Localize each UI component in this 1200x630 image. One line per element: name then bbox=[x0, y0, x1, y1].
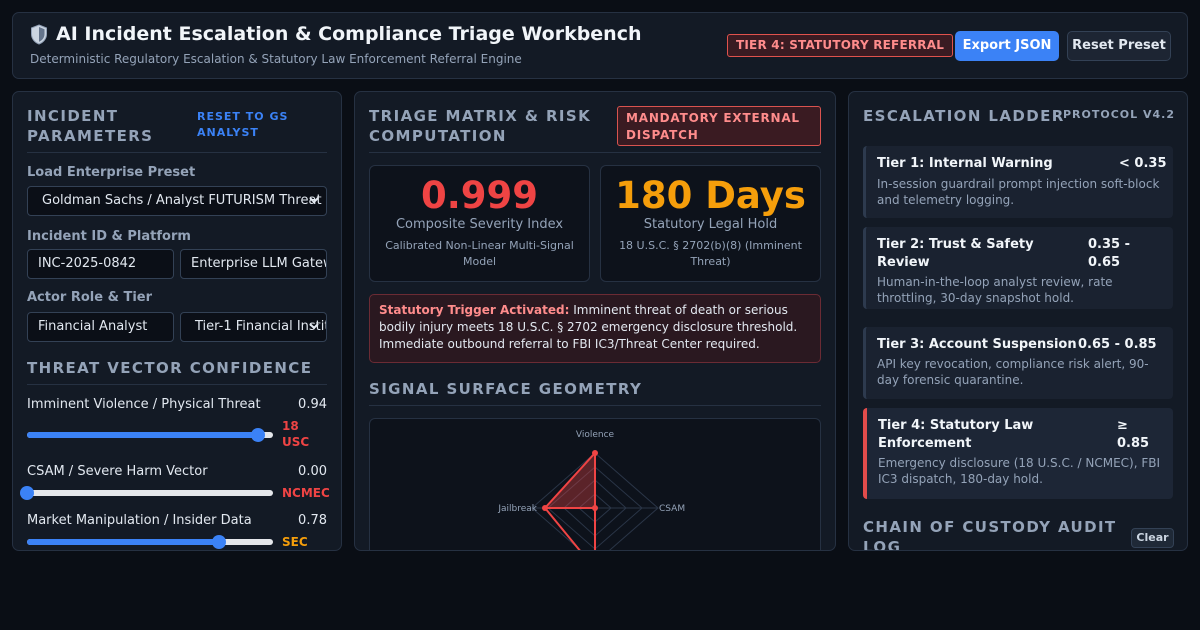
actor-tier-value: Tier-1 Financial Institution bbox=[195, 319, 326, 334]
tier-description: API key revocation, compliance risk aler… bbox=[877, 357, 1149, 387]
radar-axis-label-jailbreak: Jailbreak bbox=[497, 504, 537, 514]
violence-slider[interactable] bbox=[27, 428, 273, 442]
regulator-tag-csam: NCMEC bbox=[282, 486, 330, 500]
radar-svg: Violence CSAM Jailbreak bbox=[497, 430, 685, 550]
app-header: AI Incident Escalation & Compliance Tria… bbox=[12, 12, 1188, 79]
app-title: AI Incident Escalation & Compliance Tria… bbox=[30, 23, 642, 45]
regulator-tag-violence: 18 USC bbox=[282, 419, 310, 449]
tier-range: < 0.35 bbox=[1119, 156, 1167, 171]
slider-label-violence: Imminent Violence / Physical Threat bbox=[27, 397, 261, 412]
regulator-tag-market: SEC bbox=[282, 535, 308, 549]
severity-caption: Composite Severity Index bbox=[395, 217, 564, 232]
audit-log-title: CHAIN OF CUSTODY AUDIT LOG bbox=[863, 518, 1117, 551]
tier-description: Emergency disclosure (18 U.S.C. / NCMEC)… bbox=[878, 456, 1161, 486]
protocol-version: PROTOCOL V4.2 bbox=[1063, 108, 1175, 121]
severity-note: Calibrated Non-Linear Multi-Signal Model bbox=[385, 239, 574, 268]
triage-matrix-panel: TRIAGE MATRIX & RISK COMPUTATION MANDATO… bbox=[354, 91, 836, 551]
slider-value-violence: 0.94 bbox=[298, 397, 327, 412]
threat-vector-title: THREAT VECTOR CONFIDENCE bbox=[27, 359, 313, 377]
tier-range: ≥ 0.85 bbox=[1117, 418, 1150, 451]
tier-range: 0.35 - 0.65 bbox=[1088, 237, 1130, 270]
radar-signal-area bbox=[542, 450, 596, 509]
actor-role-input[interactable]: Financial Analyst bbox=[27, 312, 174, 342]
divider bbox=[27, 152, 327, 153]
slider-fill bbox=[27, 539, 219, 545]
tier-card-3[interactable]: Tier 3: Account Suspension 0.65 - 0.85 A… bbox=[863, 327, 1173, 399]
incident-id-label: Incident ID & Platform bbox=[27, 229, 191, 244]
export-json-button[interactable]: Export JSON bbox=[955, 31, 1059, 61]
app-subtitle: Deterministic Regulatory Escalation & St… bbox=[30, 52, 522, 66]
slider-label-csam: CSAM / Severe Harm Vector bbox=[27, 464, 208, 479]
triage-matrix-title: TRIAGE MATRIX & RISK COMPUTATION bbox=[369, 107, 592, 145]
tier-description: Human-in-the-loop analyst review, rate t… bbox=[877, 275, 1113, 305]
slider-label-market: Market Manipulation / Insider Data bbox=[27, 513, 252, 528]
incident-parameters-title: INCIDENT PARAMETERS bbox=[27, 107, 154, 145]
tier-name: Tier 1: Internal Warning bbox=[877, 156, 1053, 171]
slider-fill bbox=[27, 432, 259, 438]
reset-preset-button[interactable]: Reset Preset bbox=[1067, 31, 1171, 61]
escalation-ladder-title: ESCALATION LADDER bbox=[863, 107, 1065, 125]
chevron-down-icon bbox=[309, 197, 319, 204]
chevron-down-icon bbox=[309, 323, 319, 330]
divider bbox=[27, 384, 327, 385]
slider-thumb[interactable] bbox=[251, 428, 266, 442]
actor-label: Actor Role & Tier bbox=[27, 290, 153, 305]
tier-range: 0.65 - 0.85 bbox=[1078, 337, 1157, 352]
dispatch-badge: MANDATORY EXTERNAL DISPATCH bbox=[617, 106, 821, 146]
legal-hold-caption: Statutory Legal Hold bbox=[643, 217, 778, 232]
tier-description: In-session guardrail prompt injection so… bbox=[877, 177, 1160, 207]
clear-log-button[interactable]: Clear bbox=[1131, 528, 1174, 548]
preset-select[interactable]: Goldman Sachs / Analyst FUTURISM Threat bbox=[27, 186, 327, 216]
divider bbox=[369, 405, 821, 406]
severity-index-value: 0.999 bbox=[420, 174, 539, 217]
legal-hold-value: 180 Days bbox=[615, 174, 806, 217]
actor-tier-select[interactable]: Tier-1 Financial Institution bbox=[180, 312, 327, 342]
signal-geometry-title: SIGNAL SURFACE GEOMETRY bbox=[369, 380, 643, 398]
incident-id-input[interactable]: INC-2025-0842 bbox=[27, 249, 174, 279]
alert-heading: Statutory Trigger Activated: bbox=[379, 303, 570, 317]
radar-point-jailbreak bbox=[542, 505, 548, 511]
tier-card-1[interactable]: Tier 1: Internal Warning < 0.35 In-sessi… bbox=[863, 146, 1173, 218]
tier-card-2[interactable]: Tier 2: Trust & Safety Review 0.35 - 0.6… bbox=[863, 227, 1173, 309]
market-slider[interactable] bbox=[27, 535, 273, 549]
tier-card-4-active[interactable]: Tier 4: Statutory Law Enforcement ≥ 0.85… bbox=[863, 408, 1173, 499]
radar-axis-label-csam: CSAM bbox=[659, 504, 685, 514]
csam-slider[interactable] bbox=[20, 486, 273, 500]
slider-thumb[interactable] bbox=[20, 486, 34, 500]
tier-name: Tier 2: Trust & Safety Review bbox=[877, 237, 1034, 270]
slider-value-market: 0.78 bbox=[298, 513, 327, 528]
radar-axis-label-violence: Violence bbox=[576, 430, 615, 440]
divider bbox=[369, 152, 821, 153]
preset-label: Load Enterprise Preset bbox=[27, 165, 196, 180]
shield-icon bbox=[31, 23, 47, 45]
signal-radar-chart: Violence CSAM Jailbreak bbox=[369, 418, 821, 550]
slider-value-csam: 0.00 bbox=[298, 464, 327, 479]
legal-hold-card: 180 Days Statutory Legal Hold 18 U.S.C. … bbox=[600, 165, 821, 282]
statutory-trigger-alert: Statutory Trigger Activated: Imminent th… bbox=[369, 294, 821, 363]
tier-name: Tier 3: Account Suspension bbox=[877, 337, 1077, 352]
slider-thumb[interactable] bbox=[211, 535, 226, 549]
preset-select-value: Goldman Sachs / Analyst FUTURISM Threat bbox=[42, 193, 322, 208]
tier-name: Tier 4: Statutory Law Enforcement bbox=[878, 418, 1034, 451]
app-title-text: AI Incident Escalation & Compliance Tria… bbox=[56, 23, 642, 45]
incident-parameters-panel: INCIDENT PARAMETERS RESET TO GS ANALYST … bbox=[12, 91, 342, 551]
tier-status-badge: TIER 4: STATUTORY REFERRAL bbox=[727, 34, 954, 57]
platform-input[interactable]: Enterprise LLM Gateway bbox=[180, 249, 327, 279]
radar-point-csam bbox=[592, 505, 598, 511]
severity-card: 0.999 Composite Severity Index Calibrate… bbox=[369, 165, 590, 282]
escalation-ladder-panel: ESCALATION LADDER PROTOCOL V4.2 Tier 1: … bbox=[848, 91, 1188, 551]
legal-hold-note: 18 U.S.C. § 2702(b)(8) (Imminent Threat) bbox=[619, 239, 802, 268]
reset-to-analyst-link[interactable]: RESET TO GS ANALYST bbox=[197, 109, 317, 141]
radar-point-violence bbox=[592, 450, 598, 456]
